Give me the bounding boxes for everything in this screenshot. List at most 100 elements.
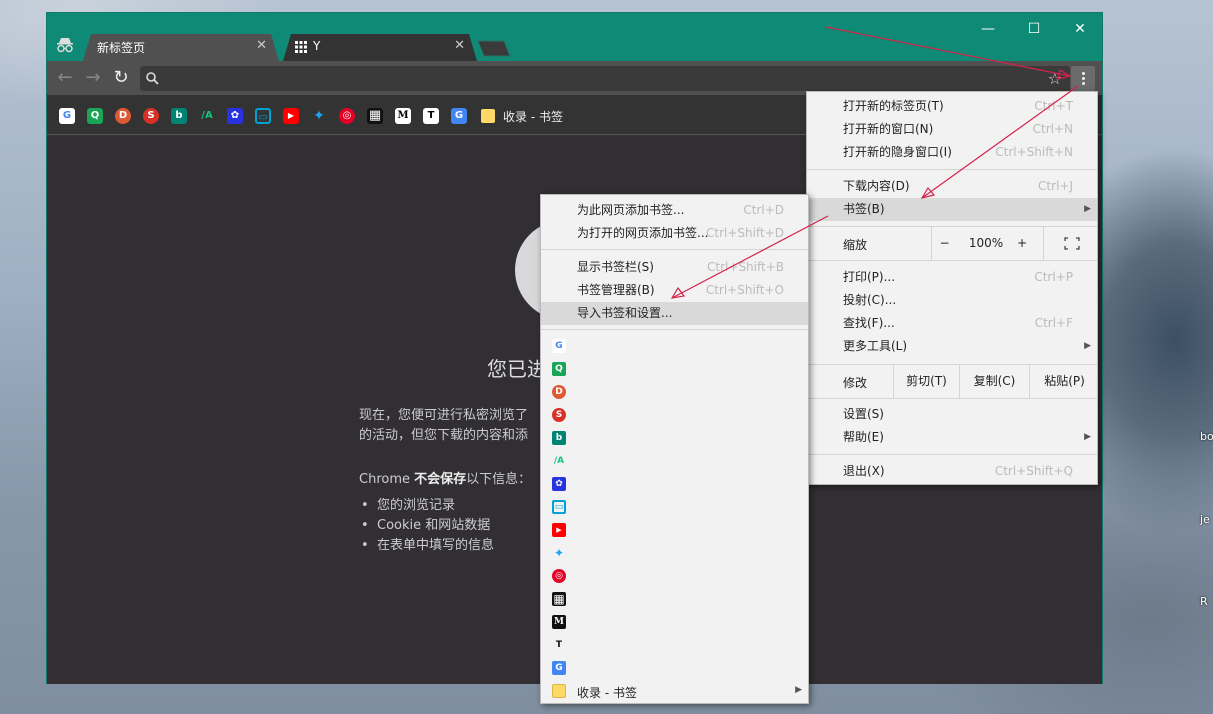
bing-icon[interactable]: b <box>171 108 187 124</box>
menu-item-downloads[interactable]: 下载内容(D) Ctrl+J <box>807 175 1097 198</box>
zoom-out-button[interactable]: − <box>931 227 957 260</box>
bookmark-item[interactable]: Q <box>541 358 808 381</box>
bookmark-folder-item[interactable]: 收录 - 书签 ▶ <box>541 680 808 703</box>
star-icon[interactable]: ☆ <box>1048 69 1062 88</box>
bookmark-item[interactable]: T <box>541 634 808 657</box>
bookmark-item[interactable]: D <box>541 381 808 404</box>
twitter-icon: ✦ <box>553 546 565 560</box>
incognito-icon <box>57 38 73 53</box>
incognito-description: 现在，您便可进行私密浏览了 <box>359 408 529 423</box>
bookmark-item[interactable]: ▭ <box>541 496 808 519</box>
menu-item-print[interactable]: 打印(P)... Ctrl+P <box>807 266 1097 289</box>
desktop-icon-label[interactable]: bo <box>1200 430 1213 443</box>
bookmark-item[interactable]: ▶ <box>541 519 808 542</box>
bookmark-item[interactable]: S <box>541 404 808 427</box>
menu-item-bookmark-open-pages[interactable]: 为打开的网页添加书签... Ctrl+Shift+D <box>541 222 808 245</box>
list-item: 在表单中填写的信息 <box>359 536 494 556</box>
netease-music-icon: ◎ <box>552 569 566 583</box>
back-button[interactable]: ← <box>55 68 75 88</box>
bookmark-item[interactable]: G <box>541 335 808 358</box>
chrome-main-menu: 打开新的标签页(T) Ctrl+T 打开新的窗口(N) Ctrl+N 打开新的隐… <box>806 91 1098 485</box>
new-tab-button[interactable] <box>477 40 511 57</box>
bookmark-folder-label[interactable]: 收录 - 书签 <box>503 108 563 125</box>
minimize-button[interactable]: — <box>965 18 1011 40</box>
copy-button[interactable]: 复制(C) <box>959 365 1029 398</box>
edit-row: 修改 剪切(T) 复制(C) 粘贴(P) <box>807 365 1097 398</box>
menu-separator <box>807 260 1097 261</box>
ia-icon: /A <box>553 456 565 466</box>
bookmark-item[interactable]: ✦ <box>541 542 808 565</box>
menu-item-new-tab[interactable]: 打开新的标签页(T) Ctrl+T <box>807 95 1097 118</box>
menu-item-find[interactable]: 查找(F)... Ctrl+F <box>807 312 1097 335</box>
baidu-icon[interactable]: ✿ <box>227 108 243 124</box>
grid-icon[interactable]: ▦ <box>367 108 383 124</box>
desktop-icon-label[interactable]: je <box>1200 513 1210 526</box>
paste-button[interactable]: 粘贴(P) <box>1029 365 1099 398</box>
menu-item-show-bookmarks-bar[interactable]: 显示书签栏(S) Ctrl+Shift+B <box>541 256 808 279</box>
bilibili-icon[interactable]: ▭ <box>255 108 271 124</box>
zoom-in-button[interactable]: + <box>1015 236 1029 250</box>
bookmark-item[interactable]: ◎ <box>541 565 808 588</box>
close-icon[interactable]: ✕ <box>454 38 465 53</box>
edit-label: 修改 <box>843 376 868 390</box>
google-icon[interactable]: G <box>59 108 75 124</box>
menu-item-label: 为此网页添加书签... <box>577 203 685 217</box>
address-bar[interactable]: ☆ <box>140 66 1070 91</box>
menu-item-bookmark-manager[interactable]: 书签管理器(B) Ctrl+Shift+O <box>541 279 808 302</box>
menu-item-new-window[interactable]: 打开新的窗口(N) Ctrl+N <box>807 118 1097 141</box>
green-q-icon: Q <box>552 362 566 376</box>
fullscreen-button[interactable] <box>1043 227 1099 260</box>
menu-item-shortcut: Ctrl+Shift+O <box>705 283 784 297</box>
not-saved-list: 您的浏览记录 Cookie 和网站数据 在表单中填写的信息 <box>359 496 494 556</box>
tab-y[interactable]: Y ✕ <box>283 34 477 61</box>
bookmark-item[interactable]: b <box>541 427 808 450</box>
menu-item-settings[interactable]: 设置(S) <box>807 403 1097 426</box>
translate-icon[interactable]: G <box>451 108 467 124</box>
bookmark-item[interactable]: /A <box>541 450 808 473</box>
menu-item-shortcut: Ctrl+J <box>1038 179 1073 193</box>
menu-item-more-tools[interactable]: 更多工具(L) ▶ <box>807 335 1097 358</box>
bookmark-item[interactable]: G <box>541 657 808 680</box>
translate-icon: G <box>552 661 566 675</box>
bookmark-item[interactable]: ✿ <box>541 473 808 496</box>
menu-item-import-bookmarks[interactable]: 导入书签和设置... <box>541 302 808 325</box>
menu-item-label: 打开新的标签页(T) <box>843 99 944 113</box>
duckduckgo-icon[interactable]: D <box>115 108 131 124</box>
menu-item-label: 导入书签和设置... <box>577 306 673 320</box>
menu-item-help[interactable]: 帮助(E) ▶ <box>807 426 1097 449</box>
medium-icon[interactable]: M <box>395 108 411 124</box>
menu-item-bookmark-this-page[interactable]: 为此网页添加书签... Ctrl+D <box>541 199 808 222</box>
menu-item-bookmarks[interactable]: 书签(B) ▶ <box>807 198 1097 221</box>
ia-icon[interactable]: /A <box>199 108 215 124</box>
bookmark-item[interactable]: M <box>541 611 808 634</box>
menu-item-label: 收录 - 书签 <box>577 686 637 700</box>
menu-item-shortcut: Ctrl+Shift+D <box>706 226 784 240</box>
forward-button[interactable]: → <box>83 68 103 88</box>
bookmark-item[interactable]: ▦ <box>541 588 808 611</box>
folder-icon[interactable] <box>481 109 495 123</box>
tab-new-tab[interactable]: 新标签页 ✕ <box>83 34 279 61</box>
cut-button[interactable]: 剪切(T) <box>893 365 959 398</box>
close-icon[interactable]: ✕ <box>256 38 267 53</box>
netease-music-icon[interactable]: ◎ <box>339 108 355 124</box>
reload-button[interactable]: ↻ <box>111 68 131 88</box>
menu-item-shortcut: Ctrl+Shift+N <box>995 145 1073 159</box>
t-icon[interactable]: T <box>423 108 439 124</box>
menu-item-shortcut: Ctrl+N <box>1032 122 1073 136</box>
menu-item-exit[interactable]: 退出(X) Ctrl+Shift+Q <box>807 460 1097 483</box>
green-q-icon[interactable]: Q <box>87 108 103 124</box>
menu-item-cast[interactable]: 投射(C)... <box>807 289 1097 312</box>
youtube-icon: ▶ <box>552 523 566 537</box>
red-s-icon[interactable]: S <box>143 108 159 124</box>
close-window-button[interactable]: ✕ <box>1057 18 1103 40</box>
desktop-icon-label[interactable]: R <box>1200 595 1208 608</box>
youtube-icon[interactable]: ▶ <box>283 108 299 124</box>
menu-separator <box>541 249 808 250</box>
twitter-icon[interactable]: ✦ <box>311 108 327 124</box>
menu-item-label: 下载内容(D) <box>843 179 910 193</box>
menu-item-label: 打开新的隐身窗口(I) <box>843 145 952 159</box>
menu-button[interactable] <box>1071 66 1095 91</box>
maximize-button[interactable]: ☐ <box>1011 18 1057 40</box>
baidu-icon: ✿ <box>552 477 566 491</box>
menu-item-new-incognito-window[interactable]: 打开新的隐身窗口(I) Ctrl+Shift+N <box>807 141 1097 164</box>
